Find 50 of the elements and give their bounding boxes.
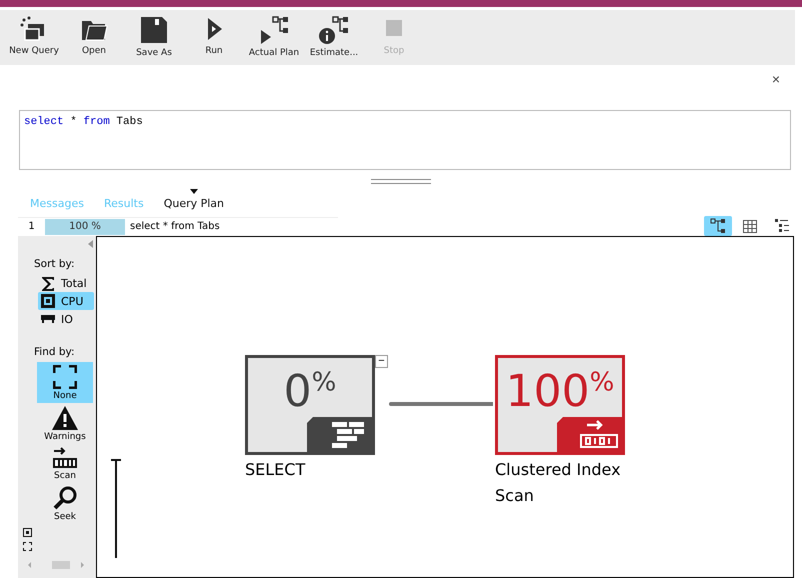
splitter-handle[interactable] bbox=[371, 179, 431, 184]
scan-icon bbox=[52, 447, 78, 469]
collapse-arrow-icon bbox=[88, 240, 93, 248]
list-icon bbox=[775, 219, 789, 233]
magnifier-icon bbox=[52, 486, 78, 510]
view-button[interactable] bbox=[704, 216, 732, 236]
toolbar-button[interactable]: Run bbox=[184, 10, 244, 65]
toolbar-button[interactable]: Actual Plan bbox=[244, 10, 304, 65]
select-operator-icon bbox=[307, 417, 372, 452]
sort-title: Sort by: bbox=[34, 258, 76, 270]
grid-icon bbox=[743, 220, 757, 232]
statement-row[interactable]: 1 100 % select * from Tabs bbox=[18, 216, 338, 236]
small-chip-icon bbox=[23, 528, 32, 537]
node-cost: 100$^{%}$ bbox=[504, 366, 616, 417]
save-icon bbox=[140, 16, 168, 44]
node-label: Clustered Index Scan bbox=[495, 459, 622, 507]
sort-option[interactable]: IO bbox=[38, 310, 94, 328]
plan-icon bbox=[258, 16, 290, 44]
find-title: Find by: bbox=[34, 346, 76, 358]
query-editor[interactable]: select * from Tabs bbox=[19, 110, 791, 170]
small-frame-icon bbox=[23, 542, 32, 551]
toolbar-button[interactable]: Save As bbox=[124, 10, 184, 65]
sort-option[interactable]: Total bbox=[38, 274, 94, 292]
find-option[interactable]: None bbox=[37, 362, 93, 403]
plan-view-icon bbox=[710, 218, 726, 234]
find-option[interactable]: Seek bbox=[37, 483, 93, 524]
close-button[interactable]: × bbox=[772, 71, 780, 87]
find-option[interactable]: Warnings bbox=[37, 403, 93, 444]
tab[interactable]: Query Plan bbox=[154, 197, 234, 214]
chip-icon bbox=[41, 294, 55, 308]
node-cost: 0$^{%}$ bbox=[282, 366, 338, 417]
caret-icon bbox=[190, 189, 198, 194]
statement-number: 1 bbox=[27, 221, 36, 232]
node-label: SELECT bbox=[245, 459, 306, 481]
plan-node[interactable]: 100$^{%}$ bbox=[495, 355, 625, 455]
find-option[interactable]: Scan bbox=[37, 444, 93, 483]
statement-text: select * from Tabs bbox=[130, 221, 220, 232]
info-plan-icon bbox=[318, 16, 350, 44]
sort-option[interactable]: CPU bbox=[38, 292, 94, 310]
toolbar-button[interactable]: Open bbox=[64, 10, 124, 65]
toolbar-button[interactable]: New Query bbox=[4, 10, 64, 65]
warning-icon bbox=[52, 406, 78, 430]
cost-percent: 100 % bbox=[45, 218, 125, 234]
toolbar-button[interactable]: Estimate... bbox=[304, 10, 364, 65]
frame-corners-icon bbox=[53, 365, 77, 389]
scan-operator-icon bbox=[557, 417, 622, 452]
horizontal-scrollbar bbox=[28, 561, 84, 569]
collapse-button[interactable]: − bbox=[375, 355, 388, 368]
plan-node[interactable]: 0$^{%}$ bbox=[245, 355, 375, 455]
sigma-icon bbox=[41, 276, 55, 290]
